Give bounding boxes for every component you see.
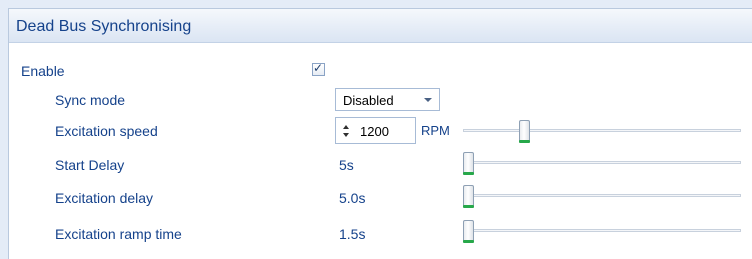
excitation-speed-value: 1200 xyxy=(360,124,389,139)
slider-track xyxy=(463,161,741,164)
start-delay-value: 5s xyxy=(339,157,354,173)
dead-bus-synchronising-panel: Dead Bus Synchronising Enable ✓ Sync mod… xyxy=(8,8,752,259)
chevron-down-icon xyxy=(424,98,432,102)
slider-track xyxy=(463,229,741,232)
excitation-delay-slider[interactable] xyxy=(463,185,741,208)
sync-mode-label: Sync mode xyxy=(55,92,126,108)
excitation-delay-label: Excitation delay xyxy=(55,190,154,206)
excitation-ramp-time-label: Excitation ramp time xyxy=(55,226,182,242)
panel-header: Dead Bus Synchronising xyxy=(9,9,752,43)
excitation-speed-spinner[interactable]: 1200 xyxy=(335,117,416,144)
excitation-ramp-time-slider[interactable] xyxy=(463,220,741,243)
panel-title: Dead Bus Synchronising xyxy=(16,18,192,35)
enable-label: Enable xyxy=(21,63,65,79)
slider-track xyxy=(463,129,741,132)
slider-thumb[interactable] xyxy=(463,152,474,175)
excitation-speed-slider[interactable] xyxy=(463,120,741,143)
sync-mode-value: Disabled xyxy=(343,93,394,108)
sync-mode-select[interactable]: Disabled xyxy=(335,88,440,111)
excitation-speed-unit: RPM xyxy=(421,123,450,138)
slider-thumb[interactable] xyxy=(463,185,474,208)
slider-thumb[interactable] xyxy=(519,120,530,143)
enable-checkbox[interactable]: ✓ xyxy=(312,61,325,76)
check-icon: ✓ xyxy=(313,61,324,75)
slider-track xyxy=(463,194,741,197)
arrow-up-icon[interactable] xyxy=(343,125,349,129)
start-delay-slider[interactable] xyxy=(463,152,741,175)
slider-thumb[interactable] xyxy=(463,220,474,243)
arrow-down-icon[interactable] xyxy=(343,133,349,137)
excitation-speed-label: Excitation speed xyxy=(55,123,158,139)
excitation-ramp-time-value: 1.5s xyxy=(339,226,366,242)
start-delay-label: Start Delay xyxy=(55,157,125,173)
excitation-delay-value: 5.0s xyxy=(339,190,366,206)
